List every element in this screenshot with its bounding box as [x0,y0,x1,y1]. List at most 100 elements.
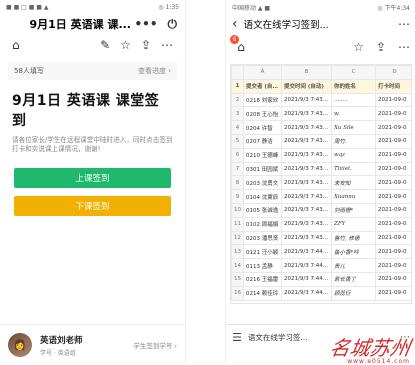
more-dots-icon[interactable]: ⋯ [398,40,410,54]
table-cell[interactable]: 2021-09-0 [375,216,411,232]
table-cell[interactable]: 2021-09-0 [375,92,411,108]
header-cell[interactable]: 提交者 (自动) [243,78,282,94]
table-cell[interactable]: 0104 沈翼辰 [243,189,282,204]
title-bar: 9月1日 英语课 课... ••• ⏻ [0,14,185,34]
table-cell[interactable]: 0113 孟静 [243,258,282,273]
avatar: 👩 [8,333,32,357]
table-cell[interactable]: 2021-09-0 [375,285,411,301]
progress-link[interactable]: 查看进度 › [138,66,171,76]
left-phone: ■ ■ □ ■ ■ ▲ ◎ 1:35 9月1日 英语课 课... ••• ⏻ ⌂… [0,0,186,365]
table-cell[interactable]: 2021-09-0 [375,175,411,191]
row-number: 15 [231,271,244,287]
table-cell[interactable]: 2021-09-0 [375,120,411,135]
table-cell[interactable]: 0207 静洁 [243,133,282,149]
table-cell[interactable]: 2021-09-0 [375,258,411,273]
table-cell[interactable]: 2021-09-0 [375,230,411,246]
table-cell[interactable]: 0203 潘思贤 [243,230,282,246]
table-cell[interactable]: 2021-09-0 [375,189,411,204]
table-cell[interactable]: 0105 张诚逸 [243,202,282,218]
table-cell[interactable]: 0208 王心怡 [243,106,282,122]
teacher-link[interactable]: 学生签到学号 › [133,340,177,350]
power-icon[interactable]: ⏻ [168,17,178,32]
table-cell[interactable]: 鲁竹, 修德 [331,230,376,246]
table-cell[interactable]: 2021-09-0 [375,271,411,287]
star-icon[interactable]: ☆ [353,40,364,54]
column-header[interactable]: A [243,65,282,80]
column-header[interactable]: B [281,65,332,80]
table-cell[interactable]: Xuannu [331,189,376,204]
table-cell[interactable]: 2021-09-0 [375,202,411,218]
table-cell[interactable]: ZFY [331,216,376,232]
home-icon[interactable]: ⌂ [12,38,20,52]
table-cell[interactable]: 0121 汪小颖 [243,244,282,260]
table-cell[interactable]: 未安知 [331,175,376,191]
table-cell[interactable]: 2021-09-0 [375,161,411,177]
table-header-row: 1 提交者 (自动) 提交时间 (自动) 你的姓名 打卡时间 [231,78,411,94]
column-header[interactable]: D [375,65,411,80]
table-cell[interactable]: 0218 刘家欣 [243,92,282,108]
checkout-button[interactable]: 下课签到 [14,196,171,216]
spreadsheet[interactable]: A B C D 1 提交者 (自动) 提交时间 (自动) 你的姓名 打卡时间 2… [230,64,412,304]
table-cell[interactable]: 2021-09-0 [375,244,411,260]
table-cell[interactable]: 2021/9/3 7:44:09 [281,244,332,260]
more-dots-icon[interactable]: ••• [134,17,157,32]
home-icon[interactable]: ⌂ 6 [230,35,250,56]
table-cell[interactable]: 2021/9/3 7:44:12 [281,271,332,287]
table-cell[interactable]: Xu Sile [331,120,376,135]
table-cell[interactable]: 2021/9/3 7:43:54 [281,189,332,204]
table-cell[interactable]: 2021/9/3 7:43:34 [281,120,332,135]
menu-icon[interactable]: ☰ [232,331,242,344]
table-cell[interactable]: 鱼小香*吟 [331,244,376,260]
edit-icon[interactable]: ✎ [100,38,110,52]
table-cell[interactable]: 0102 周福娟 [243,216,282,232]
chevron-right-icon: › [168,67,171,75]
more-dots-icon[interactable]: ⋯ [161,38,173,52]
table-cell[interactable]: 0301 田园斌 [243,161,282,177]
count-strip[interactable]: 58人填写 查看进度 › [8,62,177,80]
header-cell[interactable]: 你的姓名 [331,78,376,94]
header-cell[interactable]: 提交时间 (自动) [281,78,332,94]
column-header[interactable]: C [331,65,376,80]
checkin-button[interactable]: 上课签到 [14,168,171,188]
star-icon[interactable]: ☆ [120,38,131,52]
table-cell[interactable]: 2021/9/3 7:43:44 [281,161,332,177]
table-cell[interactable]: 0210 王德峰 [243,147,282,163]
table-cell[interactable]: 2021/9/3 7:43:57 [281,216,332,232]
table-cell[interactable]: 0214 赖佳玲 [243,285,282,301]
row-number: 2 [231,92,244,108]
table-cell[interactable]: 0204 许智 [243,120,282,135]
table-cell[interactable]: 2021-09-0 [375,106,411,122]
more-dots-icon[interactable]: ⋯ [398,17,410,31]
share-icon[interactable]: ⇪ [376,40,386,54]
table-cell[interactable]: 2021/9/3 7:43:44 [281,147,332,163]
table-cell[interactable]: Tliiiet. [331,161,376,177]
table-row: 13 0121 汪小颖 2021/9/3 7:44:09 鱼小香*吟 2021-09-0 [231,244,411,260]
table-cell[interactable]: 2021/9/3 7:43:29 [281,106,332,122]
table-cell[interactable]: 刘雨橙* [331,202,376,218]
table-cell[interactable]: 2021/9/3 7:43:48 [281,175,332,191]
table-cell[interactable]: 2021/9/3 7:43:35 [281,133,332,149]
table-cell[interactable]: 2021/9/3 7:43:56 [281,202,332,218]
back-icon[interactable]: ‹ [232,16,238,32]
spreadsheet-table[interactable]: A B C D 1 提交者 (自动) 提交时间 (自动) 你的姓名 打卡时间 2… [231,65,411,301]
table-cell[interactable]: 2021/9/3 7:43:59 [281,230,332,246]
table-cell[interactable]: ........ [331,92,376,108]
status-right: ◎ 1:35 [158,3,179,11]
table-cell[interactable]: 0216 王福雷 [243,271,282,287]
table-cell[interactable]: 2021-09-0 [375,147,411,163]
table-cell[interactable]: 0203 沈勇文 [243,175,282,191]
table-cell[interactable]: 2021/9/3 7:44:14 [281,285,332,301]
table-cell[interactable]: 若长勇了 [331,271,376,287]
row-number: 3 [231,106,244,122]
table-cell[interactable]: 贵儿 [331,258,376,273]
table-cell[interactable]: 2021-09-0 [375,133,411,149]
header-cell[interactable]: 打卡时间 [375,78,411,94]
share-icon[interactable]: ⇪ [141,38,151,52]
status-bar: ■ ■ □ ■ ■ ▲ ◎ 1:35 [0,0,185,14]
table-cell[interactable]: w. [331,106,376,122]
table-cell[interactable]: 顾蕊衍 [331,285,376,301]
table-cell[interactable]: 周竹. [331,133,376,149]
table-cell[interactable]: wqz [331,147,376,163]
table-cell[interactable]: 2021/9/3 7:43:28 [281,92,332,108]
table-cell[interactable]: 2021/9/3 7:44:12 [281,258,332,273]
